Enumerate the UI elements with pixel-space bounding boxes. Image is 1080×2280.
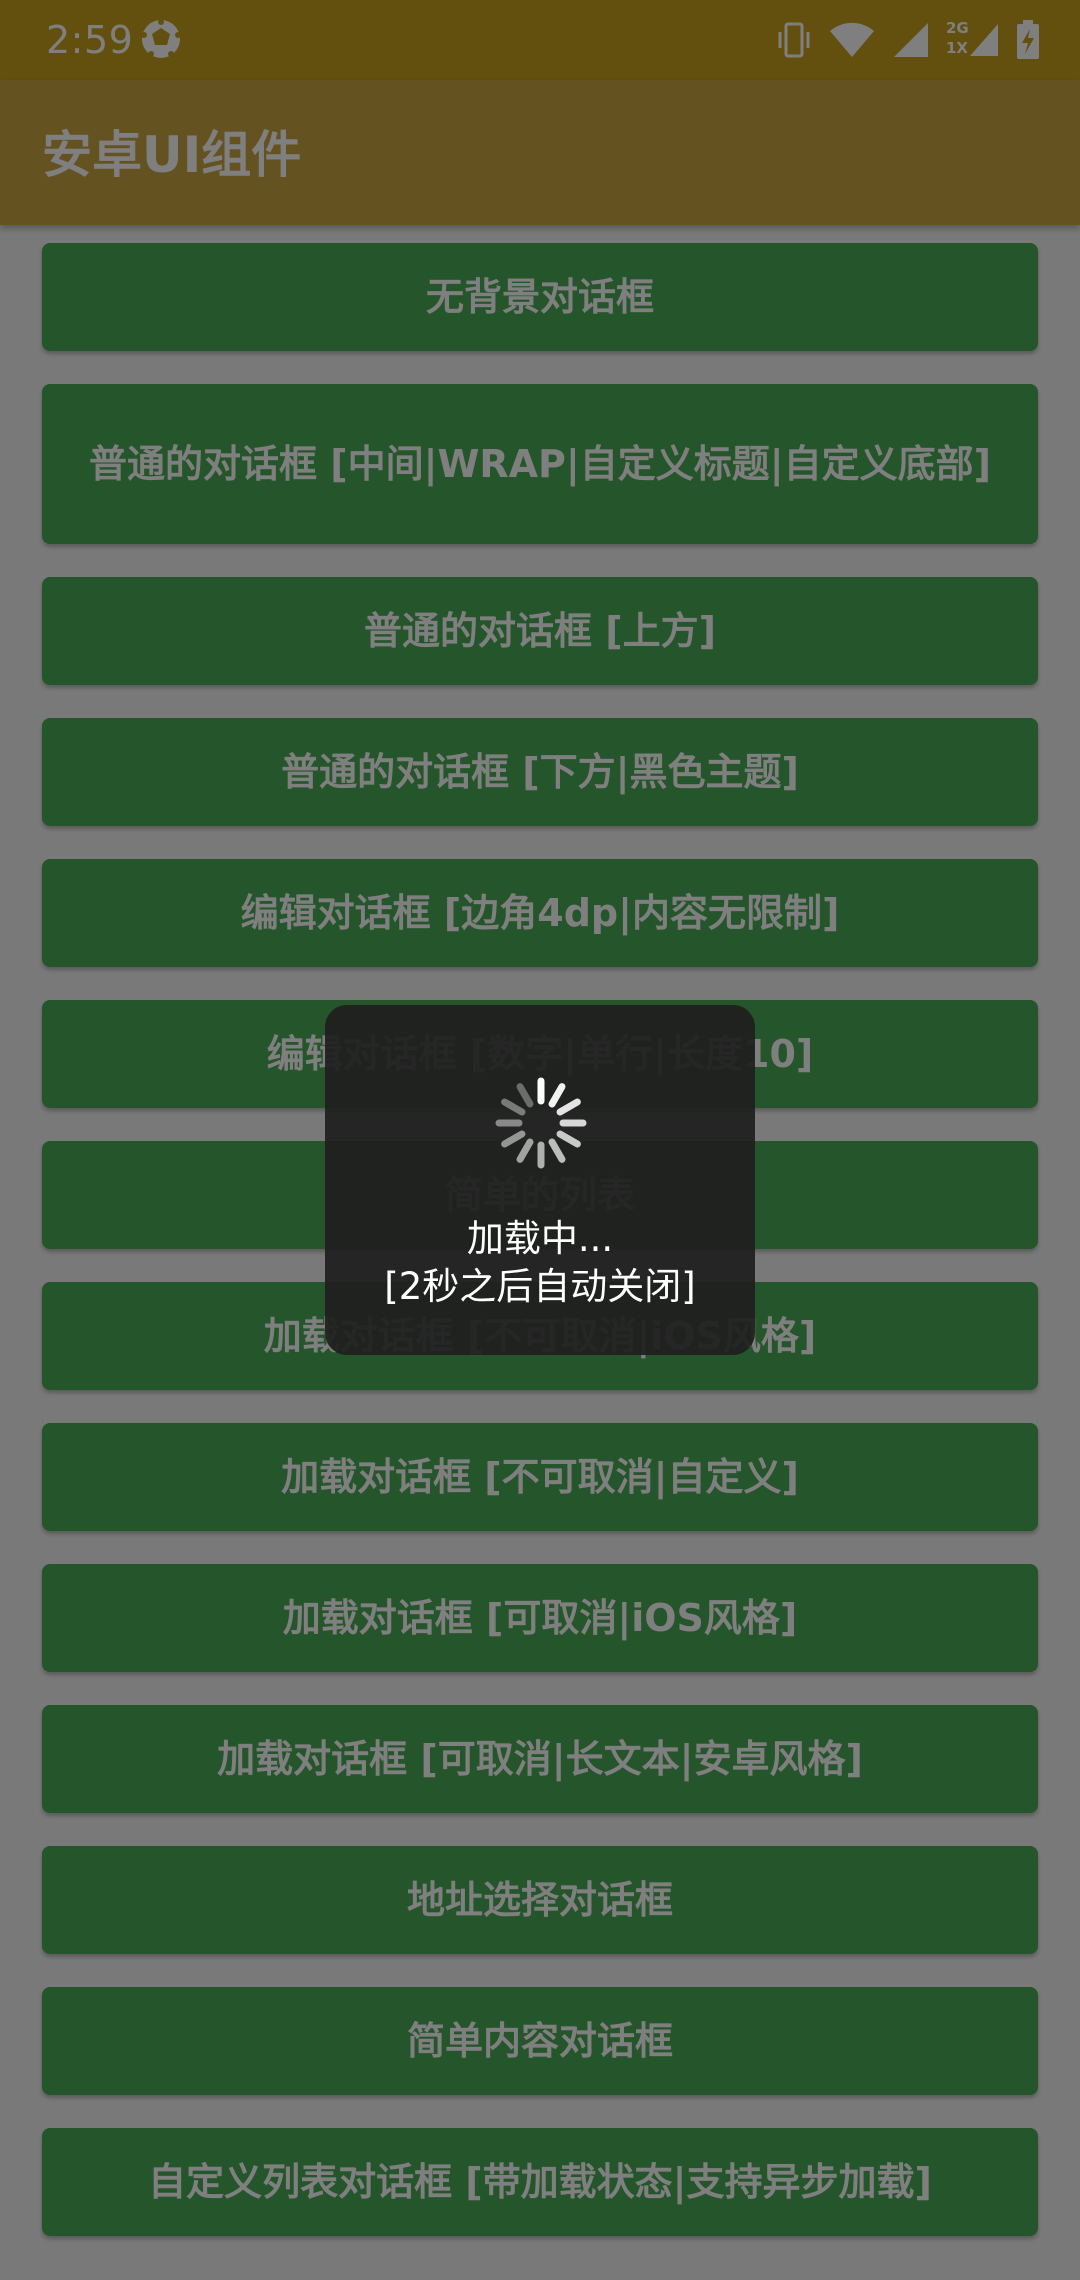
loading-message-line2: [2秒之后自动关闭] xyxy=(384,1265,696,1308)
loading-dialog: 加载中... [2秒之后自动关闭] xyxy=(325,1005,755,1355)
loading-spinner-icon xyxy=(495,1077,587,1169)
loading-message-line1: 加载中... xyxy=(466,1217,614,1260)
loading-message: 加载中... [2秒之后自动关闭] xyxy=(325,1215,755,1311)
